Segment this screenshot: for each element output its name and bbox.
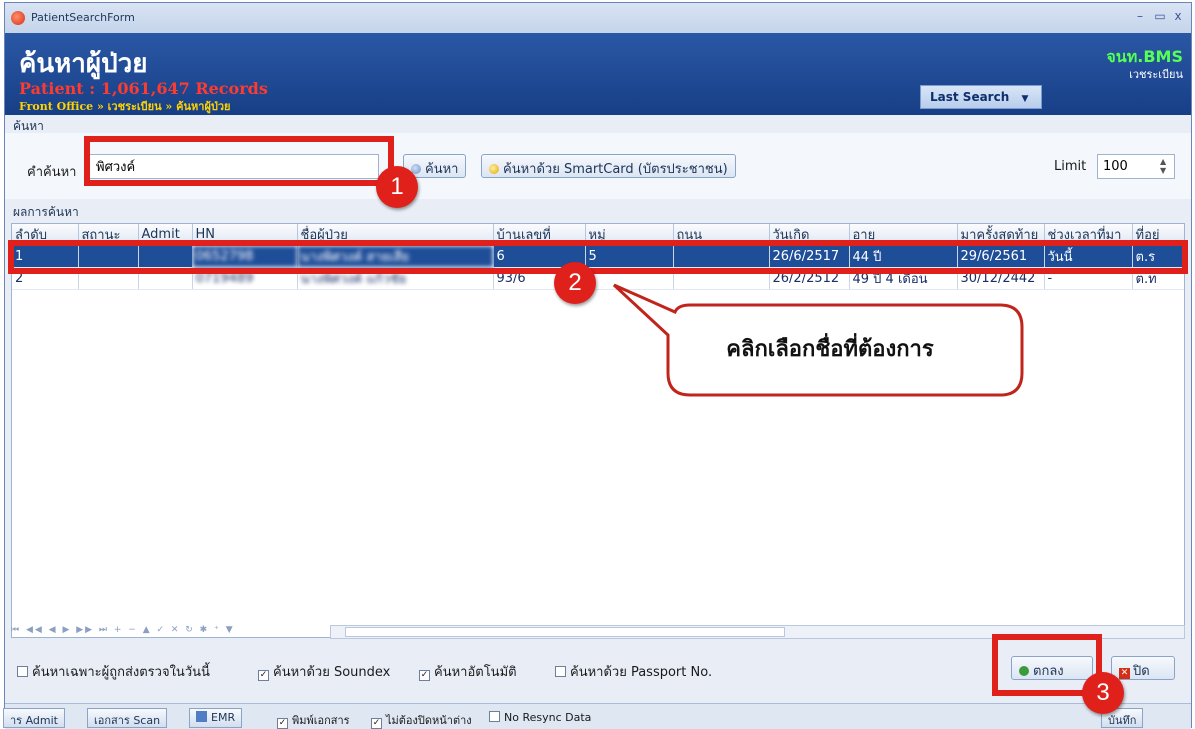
last-search-dropdown[interactable]: Last Search ▼	[920, 85, 1042, 109]
admit-button[interactable]: าร Admit	[3, 708, 65, 728]
print-documents-checkbox[interactable]: ✓ พิมพ์เอกสาร	[277, 711, 350, 729]
checkbox-checked-icon: ✓	[258, 670, 269, 681]
emr-icon	[196, 711, 207, 722]
emr-label: EMR	[211, 711, 236, 724]
passport-label: ค้นหาด้วย Passport No.	[570, 665, 713, 680]
bottom-toolbar: าร Admit เอกสาร Scan EMR ✓ พิมพ์เอกสาร ✓ ไ…	[3, 703, 1191, 729]
title-bar: PatientSearchForm – ▭ x	[5, 3, 1191, 33]
checkbox-checked-icon: ✓	[277, 718, 288, 729]
window-title: PatientSearchForm	[31, 11, 135, 24]
soundex-checkbox[interactable]: ✓ ค้นหาด้วย Soundex	[258, 661, 390, 682]
checkbox-checked-icon: ✓	[371, 718, 382, 729]
search-button-label: ค้นหา	[425, 162, 459, 177]
breadcrumb: Front Office » เวชระเบียน » ค้นหาผู้ป่วย	[19, 100, 231, 113]
no-close-window-checkbox[interactable]: ✓ ไม่ต้องปิดหน้าต่าง	[371, 711, 472, 729]
form-header: ค้นหาผู้ป่วย Patient : 1,061,647 Records…	[5, 33, 1191, 115]
checkbox-icon	[555, 666, 566, 677]
chevron-down-icon: ▼	[1021, 94, 1029, 104]
smartcard-icon	[489, 164, 499, 174]
close-window-button[interactable]: x	[1171, 9, 1185, 23]
no-resync-checkbox[interactable]: No Resync Data	[489, 711, 591, 724]
search-field-label: คำค้นหา	[27, 165, 77, 180]
today-only-checkbox[interactable]: ค้นหาเฉพาะผู้ถูกส่งตรวจในวันนี้	[17, 661, 210, 682]
app-icon	[11, 11, 25, 25]
no-resync-label: No Resync Data	[504, 711, 592, 724]
step-badge-2: 2	[554, 262, 596, 304]
auto-search-checkbox[interactable]: ✓ ค้นหาอัตโนมัติ	[419, 661, 517, 682]
checkbox-icon	[17, 666, 28, 677]
results-grid[interactable]: ลำดับ สถานะ Admit HN ชื่อผู้ป่วย บ้านเลข…	[11, 223, 1185, 638]
no-close-window-label: ไม่ต้องปิดหน้าต่าง	[386, 714, 472, 727]
checkbox-icon	[489, 711, 500, 722]
department-label: เวชระเบียน	[1129, 68, 1183, 81]
highlight-result-row	[8, 240, 1188, 274]
emr-button[interactable]: EMR	[189, 708, 243, 728]
smartcard-search-button[interactable]: ค้นหาด้วย SmartCard (บัตรประชาชน)	[481, 154, 736, 178]
today-only-label: ค้นหาเฉพาะผู้ถูกส่งตรวจในวันนี้	[32, 665, 210, 680]
highlight-search-input	[84, 136, 394, 186]
soundex-label: ค้นหาด้วย Soundex	[273, 665, 391, 680]
smartcard-button-label: ค้นหาด้วย SmartCard (บัตรประชาชน)	[503, 162, 728, 177]
checkbox-checked-icon: ✓	[419, 670, 430, 681]
passport-checkbox[interactable]: ค้นหาด้วย Passport No.	[555, 661, 712, 682]
grid-navigator[interactable]: ⏮ ◀◀ ◀ ▶ ▶▶ ⏭ + − ▲ ✓ ✕ ↻ ✱ ⁺ ▼	[11, 625, 321, 638]
maximize-button[interactable]: ▭	[1153, 9, 1167, 23]
spin-icon[interactable]: ▲ ▼	[1160, 157, 1166, 175]
step-badge-3: 3	[1082, 672, 1124, 714]
record-count: Patient : 1,061,647 Records	[19, 79, 268, 98]
auto-search-label: ค้นหาอัตโนมัติ	[434, 665, 517, 680]
callout-text: คลิกเลือกชื่อที่ต้องการ	[726, 337, 934, 362]
limit-label: Limit	[1054, 159, 1087, 174]
print-documents-label: พิมพ์เอกสาร	[292, 714, 350, 727]
results-section-label: ผลการค้นหา	[13, 205, 79, 219]
scrollbar-thumb[interactable]	[345, 627, 785, 637]
close-button-label: ปิด	[1133, 664, 1150, 679]
scan-documents-button[interactable]: เอกสาร Scan	[87, 708, 168, 728]
close-icon: ✕	[1119, 668, 1130, 679]
close-button[interactable]: ✕ ปิด	[1111, 656, 1175, 680]
minimize-button[interactable]: –	[1133, 9, 1147, 23]
last-search-label: Last Search	[930, 90, 1010, 104]
patient-search-window: PatientSearchForm – ▭ x ค้นหาผู้ป่วย Pat…	[3, 2, 1192, 729]
step-badge-1: 1	[376, 166, 418, 208]
page-title: ค้นหาผู้ป่วย	[19, 49, 148, 79]
